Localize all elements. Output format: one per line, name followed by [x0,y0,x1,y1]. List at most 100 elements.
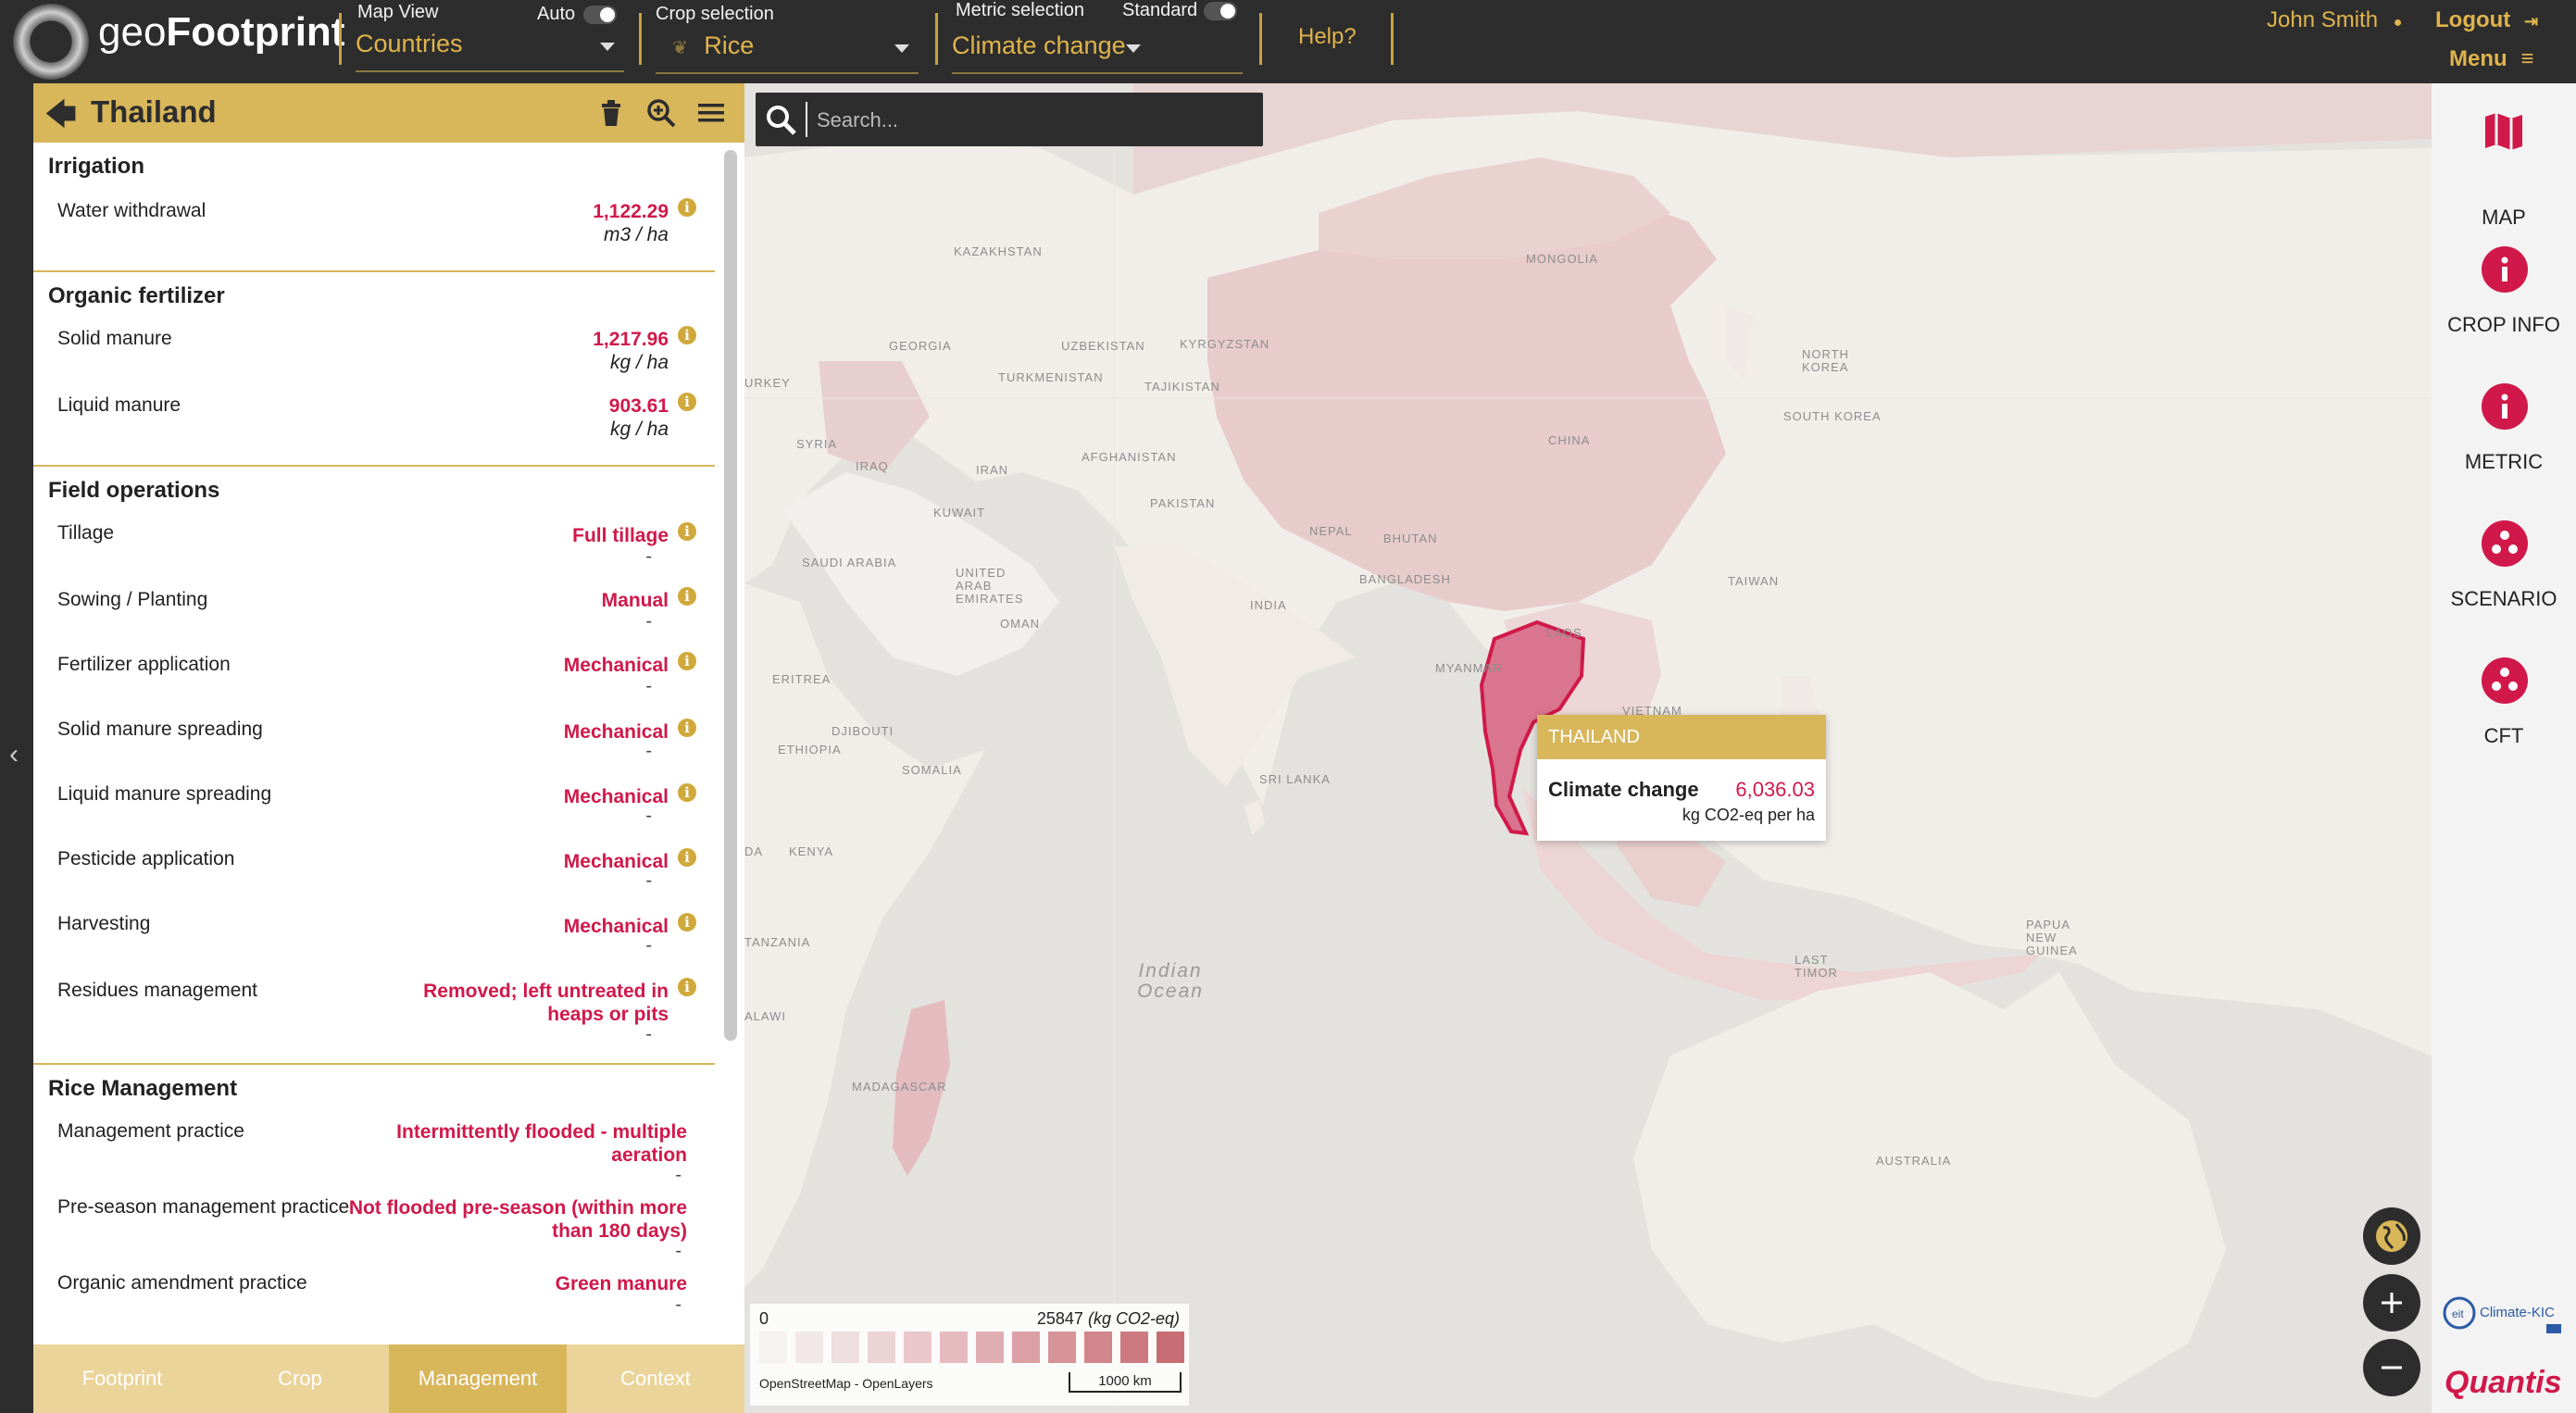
tab-crop[interactable]: Crop [211,1344,389,1413]
popup-metric: Climate change [1548,778,1699,801]
info-icon[interactable]: i [678,783,696,802]
menu-button[interactable]: Menu ≡ [2449,46,2533,72]
legend-unit: (kg CO2-eq) [1087,1309,1180,1328]
zoom-out-button[interactable] [2363,1339,2420,1396]
rice-management-section: Rice Management Management practice Inte… [33,1063,715,1346]
legend-swatch [795,1332,823,1363]
info-icon [2482,383,2528,430]
row-dash: - [675,1241,682,1261]
legend-swatch [759,1332,787,1363]
legend-swatch [1157,1332,1184,1363]
row-value-line: Not flooded pre-season (within more [348,1197,687,1219]
map-canvas[interactable]: KAZAKHSTAN MONGOLIA GEORGIA UZBEKISTAN K… [744,83,2432,1413]
chevron-down-icon [600,43,615,51]
auto-toggle[interactable] [583,6,617,24]
rail-item-cft[interactable]: CFT [2432,657,2576,769]
row-value: 1,122.29 [593,201,669,222]
globe-button[interactable] [2363,1207,2420,1265]
section-heading: Field operations [48,478,220,503]
zoom-in-button[interactable] [2363,1274,2420,1332]
info-icon[interactable]: i [678,913,696,932]
map-label: IRAQ [856,459,889,473]
row-dash: - [645,676,652,696]
chevron-left-icon: ‹ [9,739,19,769]
map-view-value: Countries [356,30,463,57]
search-icon[interactable] [763,102,800,139]
map-label: KENYA [789,844,834,858]
info-icon[interactable]: i [678,978,696,996]
row-value: Not flooded pre-season (within more than… [349,1196,687,1243]
partner-logo-text: Climate-KIC [2480,1305,2555,1320]
row-value: Green manure [555,1273,687,1294]
info-icon[interactable]: i [678,326,696,344]
help-link[interactable]: Help? [1298,24,1357,50]
map-label: LAST TIMOR [1794,953,1838,980]
legend-swatch [832,1332,859,1363]
divider [806,102,807,137]
crop-value: Rice [704,31,755,59]
row-value: Full tillage [572,525,669,546]
divider [1391,13,1394,65]
tab-context[interactable]: Context [567,1344,744,1413]
map-label: TAJIKISTAN [1144,380,1220,394]
row-value: Mechanical [563,786,669,807]
land-shape [1633,972,2226,1398]
row-value: Mechanical [563,851,669,872]
divider [639,13,642,65]
country-popup: THAILAND Climate change 6,036.03 kg CO2-… [1537,715,1826,841]
trash-icon[interactable] [594,96,628,130]
panel-title: Thailand [91,94,217,129]
list-menu-icon[interactable] [694,96,728,130]
divider [935,13,938,65]
legend-swatch [940,1332,968,1363]
info-icon[interactable]: i [678,719,696,737]
legend-swatch [1048,1332,1076,1363]
metric-select[interactable]: Climate change [952,31,1243,74]
standard-toggle[interactable] [1204,2,1237,20]
map-attribution[interactable]: OpenStreetMap - OpenLayers [759,1376,933,1391]
info-icon[interactable]: i [678,848,696,867]
search-input[interactable] [815,102,1254,139]
map-view-select[interactable]: Countries [356,30,624,72]
panel-body[interactable]: Irrigation Water withdrawal 1,122.29 i m… [33,143,719,1346]
right-rail: MAP CROP INFO METRIC SCENARIO CFT eit Cl… [2432,83,2576,1413]
map-label: OMAN [1000,617,1040,631]
zoom-in-icon[interactable] [644,96,678,130]
info-icon[interactable]: i [678,198,696,217]
info-icon[interactable]: i [678,587,696,606]
map-label: SYRIA [796,437,838,451]
tab-footprint[interactable]: Footprint [33,1344,211,1413]
row-dash: - [645,935,652,956]
row-label: Pesticide application [57,848,235,869]
app-logo-text[interactable]: geoFootprint [98,9,344,56]
row-unit: m3 / ha [603,224,669,245]
rail-item-crop-info[interactable]: CROP INFO [2432,246,2576,357]
geofootprint-logo-icon[interactable] [13,4,89,80]
popup-unit: kg CO2-eq per ha [1682,806,1815,824]
map-label: MADAGASCAR [852,1080,947,1094]
minus-icon [2382,1366,2402,1369]
info-icon[interactable]: i [678,522,696,541]
map-label: KUWAIT [933,506,986,519]
top-bar: geoFootprint Map View Auto Countries Cro… [0,0,2576,83]
irrigation-section: Irrigation Water withdrawal 1,122.29 i m… [33,143,715,272]
map-label: BHUTAN [1383,531,1438,545]
crop-select[interactable]: ❦ Rice [656,31,919,74]
panel-scrollbar[interactable] [724,150,737,1041]
popup-value: 6,036.03 [1735,778,1815,801]
info-icon[interactable]: i [678,393,696,411]
ocean-label: Indian Ocean [1137,960,1204,1002]
rail-item-metric[interactable]: METRIC [2432,383,2576,494]
tab-management[interactable]: Management [389,1344,567,1413]
back-arrow-icon[interactable]: 🡄 [44,93,77,145]
user-name: John Smith [2267,7,2379,32]
row-dash: - [645,870,652,891]
panel-tabs: Footprint Crop Management Context [33,1344,744,1413]
logout-button[interactable]: Logout ⇥ [2435,7,2538,33]
user-menu[interactable]: John Smith ● [2267,7,2402,33]
map-label: UNITED ARAB EMIRATES [956,566,1024,606]
info-icon[interactable]: i [678,652,696,670]
rail-item-scenario[interactable]: SCENARIO [2432,520,2576,631]
panel-collapse-strip[interactable]: ‹ [0,83,33,1413]
rail-item-map[interactable]: MAP [2432,107,2576,229]
